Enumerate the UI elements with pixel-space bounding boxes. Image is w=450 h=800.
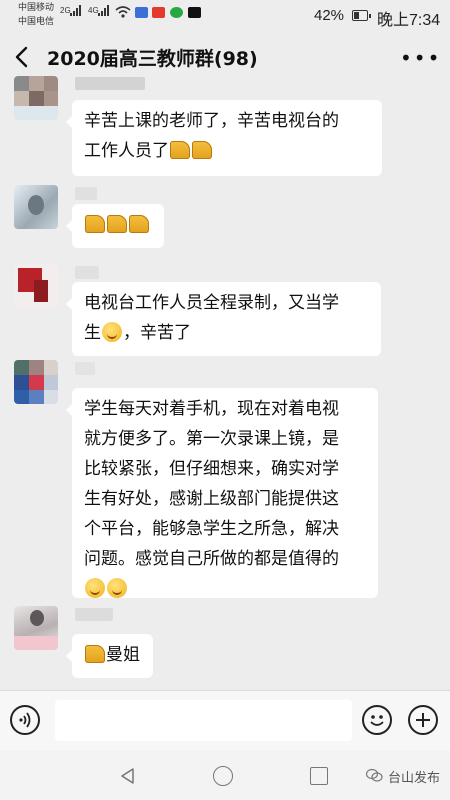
sender-name bbox=[75, 608, 113, 621]
play-app-icon bbox=[170, 7, 183, 18]
message-content: 电视台工作人员全程录制，又当学 生，辛苦了 bbox=[84, 293, 339, 343]
plus-icon bbox=[416, 713, 430, 727]
message-bubble[interactable]: 辛苦上课的老师了，辛苦电视台的 工作人员了 bbox=[66, 100, 382, 176]
tongue-emoji-icon bbox=[107, 578, 127, 598]
thumbs-up-icon bbox=[192, 141, 212, 159]
voice-input-button[interactable] bbox=[10, 705, 40, 735]
avatar[interactable] bbox=[14, 360, 58, 404]
message-bubble[interactable] bbox=[66, 204, 164, 248]
message-bubble[interactable]: 曼姐 bbox=[66, 634, 153, 678]
status-bar: 中国移动 中国电信 2G 4G 42% 晚上7:34 bbox=[0, 0, 450, 32]
voice-wave-icon bbox=[19, 712, 31, 728]
emoji-button[interactable] bbox=[362, 705, 392, 735]
avatar[interactable] bbox=[14, 185, 58, 229]
sender-name bbox=[75, 77, 145, 90]
clock: 晚上7:34 bbox=[377, 12, 441, 29]
thumbs-up-icon bbox=[129, 215, 149, 233]
carrier-2-label: 中国电信 bbox=[18, 16, 55, 26]
thumbs-up-icon bbox=[170, 141, 190, 159]
message-content: 辛苦上课的老师了，辛苦电视台的 工作人员了 bbox=[84, 111, 339, 161]
message-bubble[interactable]: 学生每天对着手机，现在对着电视 就方便多了。第一次录课上镜，是 比较紧张，但仔细… bbox=[66, 388, 378, 599]
message-input[interactable] bbox=[55, 700, 352, 741]
nav-back-icon[interactable] bbox=[118, 766, 138, 786]
system-nav-bar: 台山发布 bbox=[0, 750, 450, 800]
chat-header: 2020届高三教师群(98) ••• bbox=[0, 32, 450, 84]
more-options-icon[interactable]: ••• bbox=[400, 48, 441, 68]
signal-bars-2-icon bbox=[98, 5, 112, 16]
battery-icon bbox=[352, 10, 371, 21]
message-text: 学生每天对着手机，现在对着电视 就方便多了。第一次录课上镜，是 比较紧张，但仔细… bbox=[84, 399, 339, 569]
carrier-1-label: 中国移动 bbox=[18, 2, 55, 12]
thumbs-up-icon bbox=[85, 215, 105, 233]
sender-name bbox=[75, 362, 95, 375]
message-content: 学生每天对着手机，现在对着电视 就方便多了。第一次录课上镜，是 比较紧张，但仔细… bbox=[84, 399, 339, 599]
tiktok-icon bbox=[188, 7, 201, 18]
avatar[interactable] bbox=[14, 606, 58, 650]
grin-emoji-icon bbox=[102, 322, 122, 342]
back-arrow-icon[interactable] bbox=[10, 44, 36, 70]
app-notification-icon bbox=[135, 7, 148, 18]
nav-home-icon[interactable] bbox=[213, 766, 233, 786]
chat-title: 2020届高三教师群(98) bbox=[47, 48, 258, 70]
message-content: 曼姐 bbox=[84, 645, 140, 665]
sender-name bbox=[75, 187, 97, 200]
message-content bbox=[84, 215, 150, 235]
signal-bars-1-icon bbox=[70, 5, 84, 16]
avatar[interactable] bbox=[14, 264, 58, 308]
watermark-label: 台山发布 bbox=[388, 771, 441, 786]
message-bubble[interactable]: 电视台工作人员全程录制，又当学 生，辛苦了 bbox=[66, 282, 381, 356]
nav-recent-apps-icon[interactable] bbox=[310, 767, 328, 785]
thumbs-up-icon bbox=[85, 645, 105, 663]
wifi-icon bbox=[115, 6, 131, 18]
wechat-logo-icon bbox=[366, 768, 383, 782]
message-text: ，辛苦了 bbox=[123, 323, 191, 343]
news-app-icon bbox=[152, 7, 165, 18]
chat-input-bar bbox=[0, 690, 450, 751]
battery-percent: 42% bbox=[314, 7, 345, 24]
smiley-icon bbox=[370, 715, 384, 726]
message-text: 曼姐 bbox=[106, 645, 140, 665]
more-functions-button[interactable] bbox=[408, 705, 438, 735]
smile-emoji-icon bbox=[85, 578, 105, 598]
sender-name bbox=[75, 266, 99, 279]
thumbs-up-icon bbox=[107, 215, 127, 233]
avatar[interactable] bbox=[14, 76, 58, 120]
